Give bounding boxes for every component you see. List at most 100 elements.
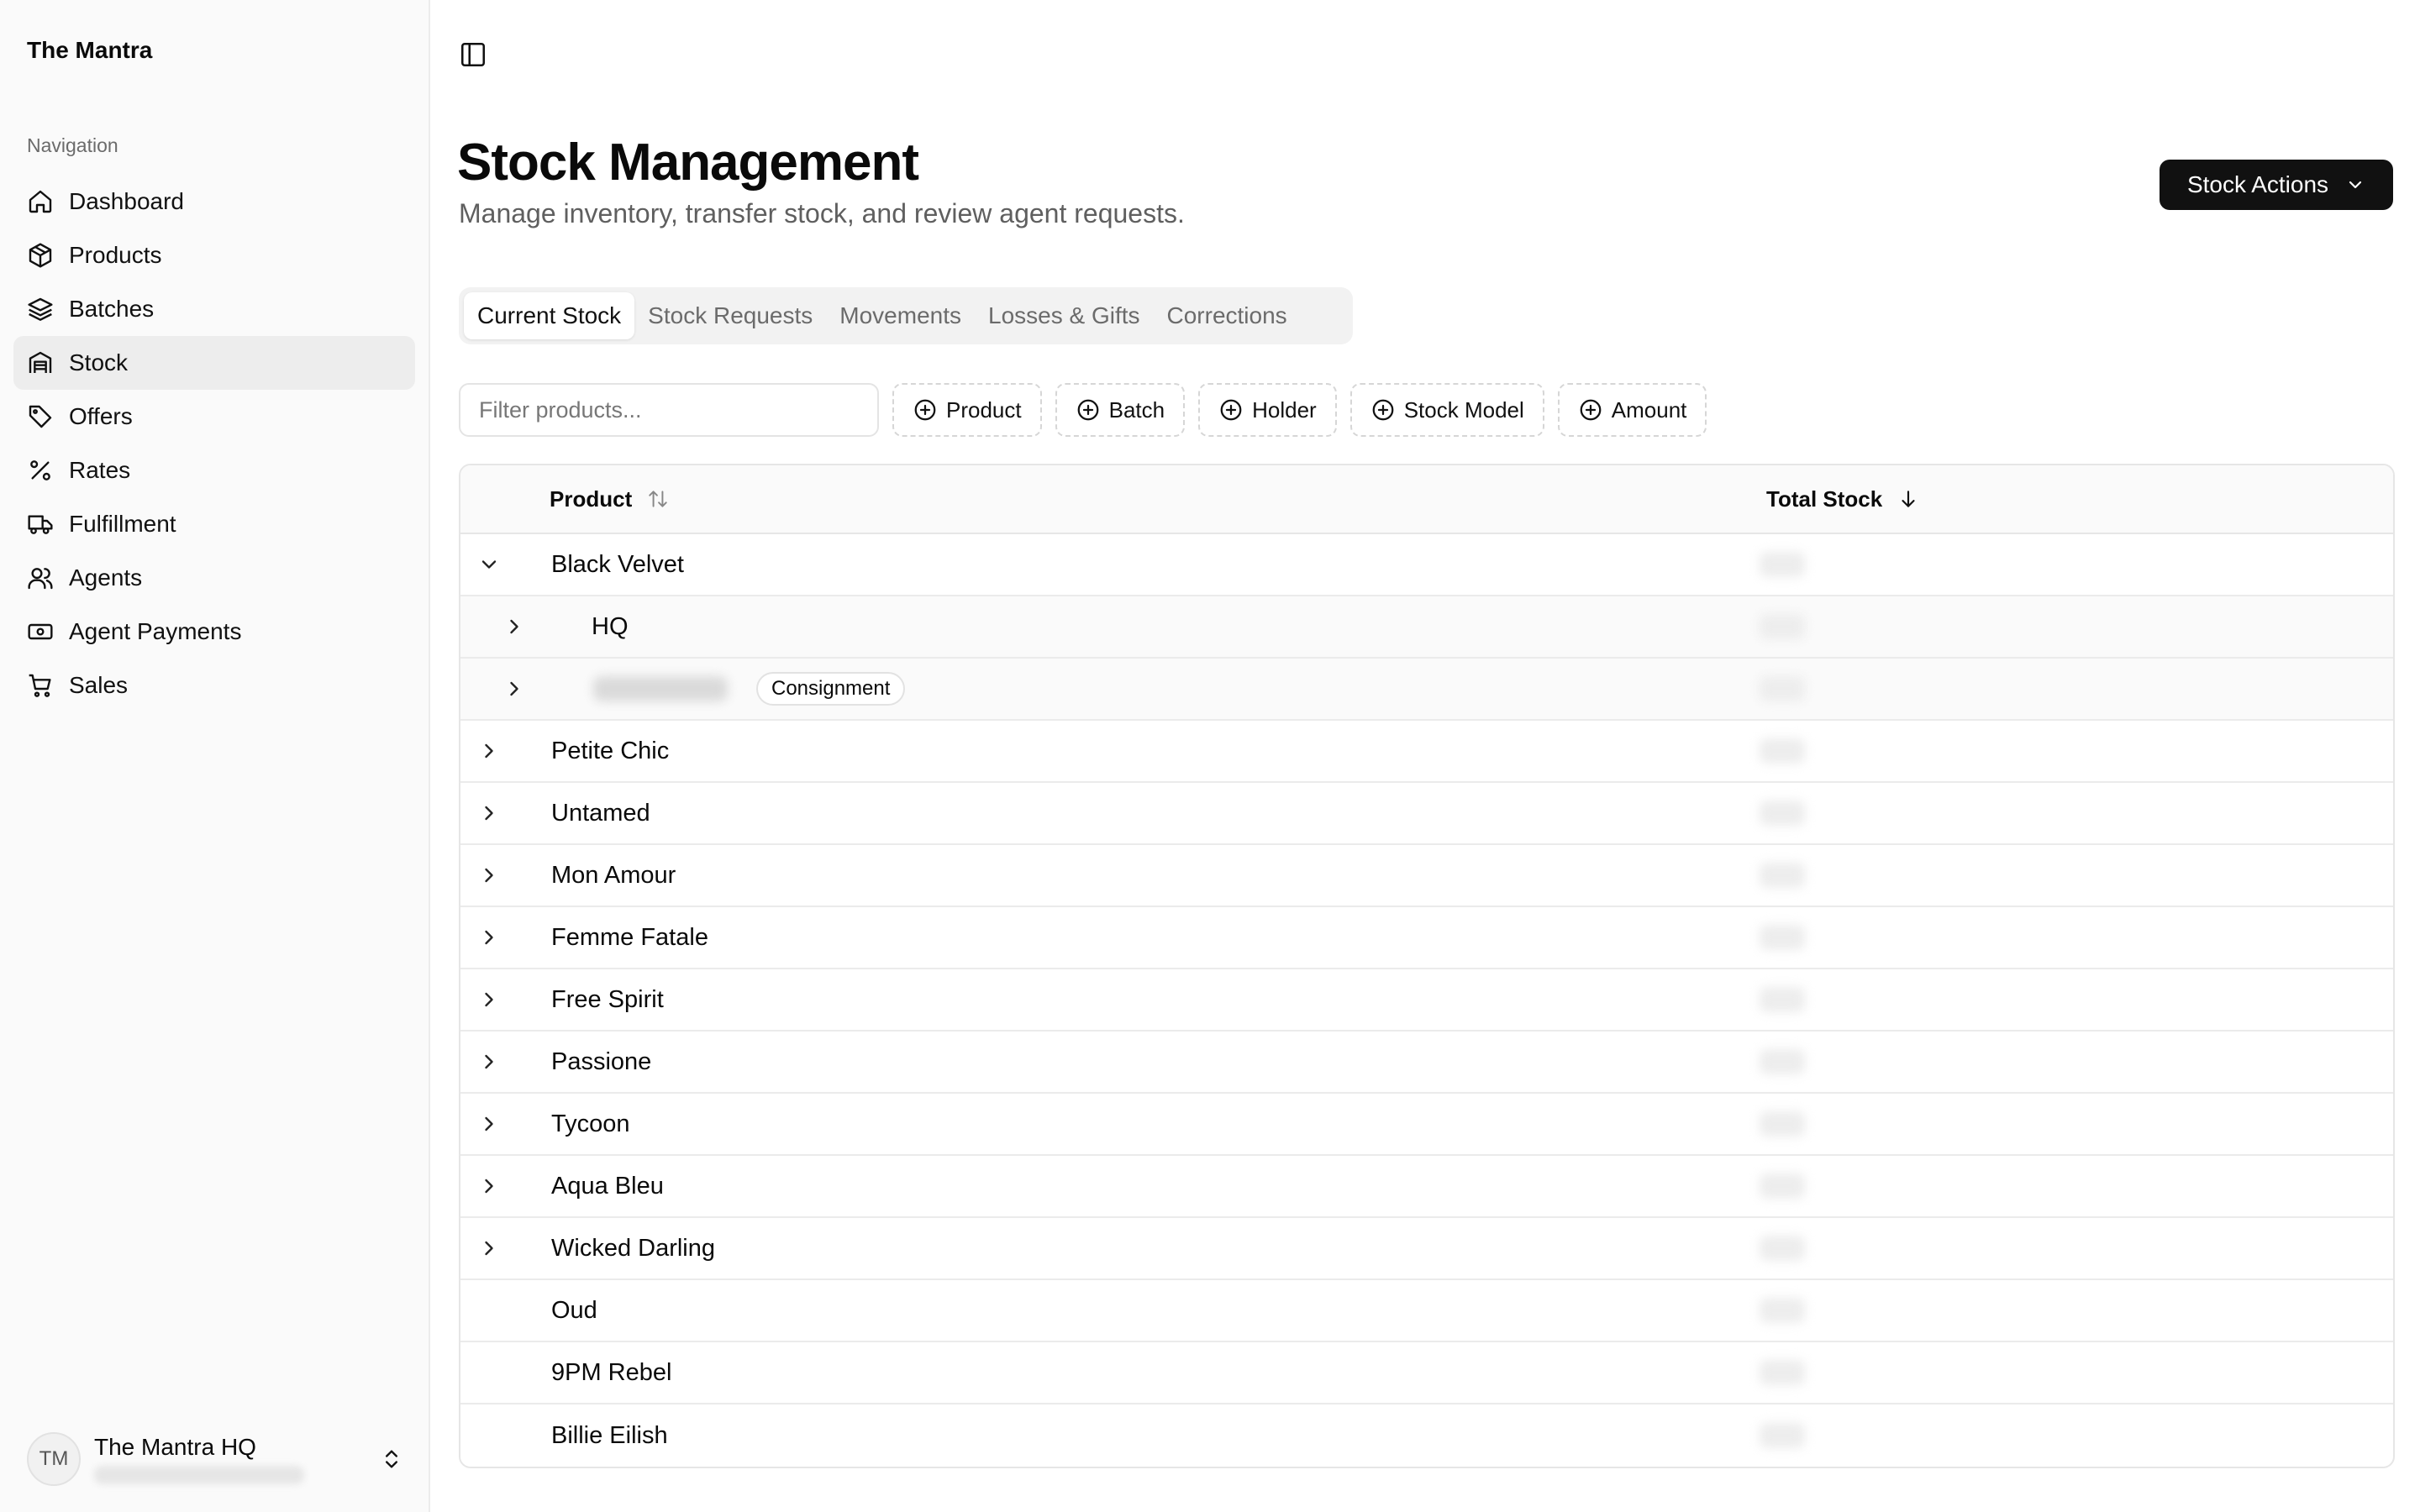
sidebar-item-fulfillment[interactable]: Fulfillment [13, 497, 415, 551]
chevron-down-icon[interactable] [477, 553, 501, 576]
users-icon [28, 568, 53, 590]
chevron-right-icon[interactable] [477, 1236, 501, 1260]
table-row[interactable]: Consignment [460, 659, 2393, 721]
chevron-right-icon[interactable] [477, 739, 501, 763]
tab-current-stock[interactable]: Current Stock [464, 292, 635, 339]
filter-products-input[interactable]: Filter products... [459, 383, 879, 437]
chevron-right-icon[interactable] [477, 926, 501, 949]
chevron-right-icon[interactable] [477, 864, 501, 887]
sidebar-nav: Dashboard Products Batches Stock Offers … [13, 175, 415, 712]
column-header-product[interactable]: Product [550, 486, 669, 512]
nav-section-label: Navigation [27, 134, 118, 156]
product-name: 9PM Rebel [551, 1358, 672, 1386]
plus-circle-icon [1372, 399, 1394, 421]
filter-amount-button[interactable]: Amount [1557, 383, 1707, 437]
chevron-right-icon[interactable] [477, 1050, 501, 1074]
total-stock-redacted [1760, 1049, 1805, 1074]
total-stock-redacted [1760, 1236, 1805, 1261]
chevron-right-icon[interactable] [477, 1174, 501, 1198]
user-email-redacted [94, 1466, 304, 1484]
total-stock-redacted [1760, 1173, 1805, 1199]
column-header-total-stock[interactable]: Total Stock [1766, 486, 1919, 512]
total-stock-redacted [1760, 987, 1805, 1012]
sidebar-item-label: Rates [69, 457, 131, 483]
layers-icon [28, 297, 53, 321]
product-name: Femme Fatale [551, 923, 708, 951]
sort-icon [649, 491, 667, 507]
home-icon [29, 190, 52, 213]
sidebar-item-batches[interactable]: Batches [13, 282, 415, 336]
table-row[interactable]: Aqua Bleu [460, 1156, 2393, 1218]
chevron-right-icon[interactable] [477, 1112, 501, 1136]
table-row[interactable]: Mon Amour [460, 845, 2393, 907]
chevron-right-icon[interactable] [502, 677, 526, 701]
filter-chip-label: Stock Model [1403, 396, 1524, 423]
stock-model-badge: Consignment [756, 672, 906, 706]
table-row[interactable]: Tycoon [460, 1094, 2393, 1156]
total-stock-redacted [1760, 1423, 1805, 1448]
sidebar-item-products[interactable]: Products [13, 228, 415, 282]
user-menu[interactable]: TM The Mantra HQ [27, 1428, 403, 1490]
product-name: Untamed [551, 799, 650, 827]
product-name: Billie Eilish [551, 1421, 668, 1449]
table-row[interactable]: Black Velvet [460, 534, 2393, 596]
sidebar-item-offers[interactable]: Offers [13, 390, 415, 444]
stock-table: Product Total Stock Black Velvet HQ Consig… [459, 464, 2395, 1468]
page-title: Stock Management [457, 134, 919, 192]
filter-toolbar: Filter products... Product Batch Holder … [459, 383, 1707, 437]
redacted-holder-name [593, 676, 728, 701]
table-row[interactable]: Free Spirit [460, 969, 2393, 1032]
stock-actions-button[interactable]: Stock Actions [2160, 160, 2393, 210]
sidebar-item-agents[interactable]: Agents [13, 551, 415, 605]
warehouse-icon [29, 351, 52, 373]
filter-holder-button[interactable]: Holder [1198, 383, 1337, 437]
filter-stock-model-button[interactable]: Stock Model [1349, 383, 1544, 437]
sidebar-item-rates[interactable]: Rates [13, 444, 415, 497]
tab-corrections[interactable]: Corrections [1154, 292, 1301, 339]
table-row[interactable]: HQ [460, 596, 2393, 659]
sidebar-item-dashboard[interactable]: Dashboard [13, 175, 415, 228]
sidebar-item-label: Fulfillment [69, 511, 176, 537]
filter-chip-label: Holder [1252, 396, 1317, 423]
sidebar-toggle-icon[interactable] [459, 40, 487, 69]
filter-chip-label: Amount [1611, 396, 1687, 423]
table-row[interactable]: Petite Chic [460, 721, 2393, 783]
product-name: Passione [551, 1047, 652, 1075]
tab-movements[interactable]: Movements [826, 292, 975, 339]
sidebar-item-label: Batches [69, 296, 155, 322]
filter-product-button[interactable]: Product [892, 383, 1042, 437]
chevrons-up-down-icon [386, 1450, 397, 1468]
table-row: Billie Eilish [460, 1404, 2393, 1467]
tab-losses-gifts[interactable]: Losses & Gifts [975, 292, 1154, 339]
sidebar-item-label: Sales [69, 672, 129, 698]
total-stock-redacted [1760, 1111, 1805, 1137]
plus-circle-icon [1580, 399, 1602, 421]
plus-circle-icon [1220, 399, 1242, 421]
table-row[interactable]: Femme Fatale [460, 907, 2393, 969]
product-name: Free Spirit [551, 985, 664, 1013]
sidebar-item-sales[interactable]: Sales [13, 659, 415, 712]
package-icon [29, 243, 52, 268]
table-row[interactable]: Untamed [460, 783, 2393, 845]
table-row[interactable]: Wicked Darling [460, 1218, 2393, 1280]
total-stock-redacted [1760, 676, 1805, 701]
chevron-right-icon[interactable] [477, 801, 501, 825]
page-subtitle: Manage inventory, transfer stock, and re… [459, 198, 1185, 228]
table-row[interactable]: Passione [460, 1032, 2393, 1094]
sidebar-item-stock[interactable]: Stock [13, 336, 415, 390]
total-stock-redacted [1760, 925, 1805, 950]
chevron-right-icon[interactable] [502, 615, 526, 638]
chevron-right-icon[interactable] [477, 988, 501, 1011]
product-name: Oud [551, 1296, 597, 1324]
sidebar-item-label: Agent Payments [69, 618, 242, 644]
tab-stock-requests[interactable]: Stock Requests [634, 292, 826, 339]
brand-name: The Mantra [27, 37, 153, 63]
table-row: 9PM Rebel [460, 1342, 2393, 1404]
product-name: Wicked Darling [551, 1234, 715, 1262]
sidebar-item-agent-payments[interactable]: Agent Payments [13, 605, 415, 659]
table-row: Oud [460, 1280, 2393, 1342]
sidebar-item-label: Products [69, 242, 162, 268]
filter-batch-button[interactable]: Batch [1055, 383, 1186, 437]
plus-circle-icon [914, 399, 936, 421]
filter-chip-label: Batch [1108, 396, 1165, 423]
